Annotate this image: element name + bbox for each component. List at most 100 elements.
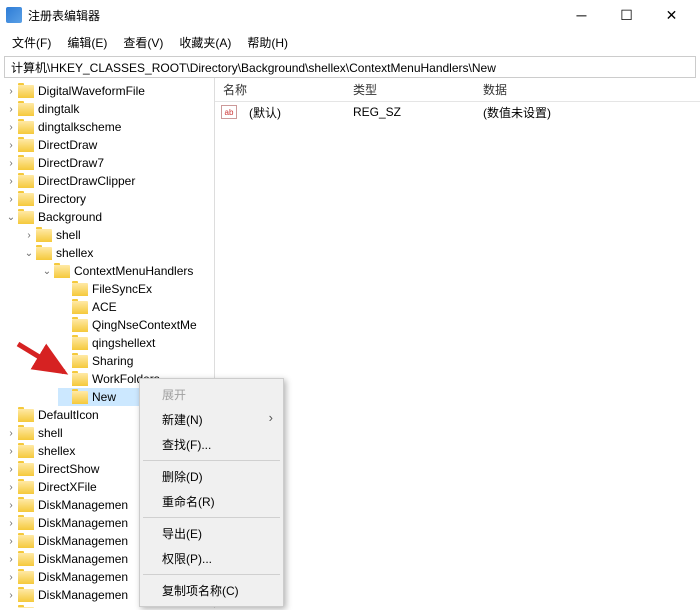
chevron-right-icon[interactable]: ›: [4, 554, 18, 565]
annotation-arrow-icon: [16, 340, 76, 393]
value-row[interactable]: ab (默认) REG_SZ (数值未设置): [215, 102, 700, 122]
chevron-right-icon[interactable]: ›: [4, 482, 18, 493]
chevron-right-icon[interactable]: ›: [4, 104, 18, 115]
chevron-down-icon[interactable]: ⌄: [4, 212, 18, 223]
folder-icon: [18, 85, 34, 98]
cm-find[interactable]: 查找(F)...: [142, 432, 281, 457]
folder-icon: [18, 463, 34, 476]
tree-item-shellex[interactable]: ⌄shellex: [22, 244, 214, 262]
chevron-right-icon[interactable]: ›: [4, 86, 18, 97]
menubar: 文件(F) 编辑(E) 查看(V) 收藏夹(A) 帮助(H): [0, 30, 700, 54]
folder-icon: [18, 193, 34, 206]
tree-item[interactable]: ›dingtalkscheme: [4, 118, 214, 136]
tree-item[interactable]: ·Sharing: [58, 352, 214, 370]
tree-item[interactable]: ·QingNseContextMe: [58, 316, 214, 334]
tree-item[interactable]: ›dingtalk: [4, 100, 214, 118]
folder-icon: [18, 445, 34, 458]
folder-icon: [18, 409, 34, 422]
cm-delete[interactable]: 删除(D): [142, 464, 281, 489]
folder-icon: [18, 535, 34, 548]
folder-icon: [72, 283, 88, 296]
cm-separator: [143, 574, 280, 575]
menu-edit[interactable]: 编辑(E): [61, 32, 113, 53]
chevron-right-icon[interactable]: ›: [4, 464, 18, 475]
cm-separator: [143, 460, 280, 461]
chevron-right-icon[interactable]: ›: [4, 194, 18, 205]
tree-item-cmh[interactable]: ⌄ContextMenuHandlers: [40, 262, 214, 280]
chevron-right-icon[interactable]: ›: [4, 608, 18, 609]
menu-help[interactable]: 帮助(H): [241, 32, 294, 53]
value-type: REG_SZ: [345, 103, 475, 121]
values-header: 名称 类型 数据: [215, 78, 700, 102]
chevron-right-icon[interactable]: ›: [4, 446, 18, 457]
column-data[interactable]: 数据: [475, 77, 700, 102]
folder-icon: [54, 265, 70, 278]
close-button[interactable]: ✕: [649, 1, 694, 29]
column-name[interactable]: 名称: [215, 77, 345, 102]
tree-item[interactable]: ›Directory: [4, 190, 214, 208]
cm-expand: 展开: [142, 382, 281, 407]
folder-icon: [18, 499, 34, 512]
string-value-icon: ab: [221, 105, 237, 119]
tree-item[interactable]: ·ACE: [58, 298, 214, 316]
chevron-right-icon[interactable]: ›: [4, 176, 18, 187]
folder-icon: [18, 481, 34, 494]
context-menu: 展开 新建(N) 查找(F)... 删除(D) 重命名(R) 导出(E) 权限(…: [139, 378, 284, 607]
values-panel[interactable]: 名称 类型 数据 ab (默认) REG_SZ (数值未设置): [215, 78, 700, 608]
folder-icon: [18, 157, 34, 170]
cm-export[interactable]: 导出(E): [142, 521, 281, 546]
folder-icon: [18, 571, 34, 584]
folder-icon: [18, 427, 34, 440]
chevron-down-icon[interactable]: ⌄: [40, 266, 54, 277]
cm-permissions[interactable]: 权限(P)...: [142, 546, 281, 571]
folder-icon: [18, 139, 34, 152]
address-bar[interactable]: 计算机\HKEY_CLASSES_ROOT\Directory\Backgrou…: [4, 56, 696, 78]
maximize-button[interactable]: ☐: [604, 1, 649, 29]
chevron-right-icon[interactable]: ›: [4, 140, 18, 151]
menu-favorites[interactable]: 收藏夹(A): [173, 32, 237, 53]
folder-icon: [18, 121, 34, 134]
tree-item[interactable]: ›DigitalWaveformFile: [4, 82, 214, 100]
folder-icon: [72, 301, 88, 314]
folder-icon: [18, 553, 34, 566]
cm-new[interactable]: 新建(N): [142, 407, 281, 432]
folder-icon: [18, 175, 34, 188]
chevron-right-icon[interactable]: ›: [4, 122, 18, 133]
menu-view[interactable]: 查看(V): [117, 32, 169, 53]
window-title: 注册表编辑器: [28, 7, 559, 24]
cm-copykey[interactable]: 复制项名称(C): [142, 578, 281, 603]
folder-icon: [72, 319, 88, 332]
chevron-down-icon[interactable]: ⌄: [22, 248, 36, 259]
folder-icon: [18, 211, 34, 224]
chevron-right-icon[interactable]: ›: [4, 590, 18, 601]
folder-icon: [18, 589, 34, 602]
folder-icon: [18, 607, 34, 609]
tree-item[interactable]: ›DirectDrawClipper: [4, 172, 214, 190]
column-type[interactable]: 类型: [345, 77, 475, 102]
tree-item[interactable]: ›DirectDraw: [4, 136, 214, 154]
folder-icon: [36, 247, 52, 260]
folder-icon: [18, 517, 34, 530]
value-name: (默认): [241, 102, 345, 123]
regedit-icon: [6, 7, 22, 23]
cm-rename[interactable]: 重命名(R): [142, 489, 281, 514]
chevron-right-icon[interactable]: ›: [4, 158, 18, 169]
cm-separator: [143, 517, 280, 518]
tree-item[interactable]: ·qingshellext: [58, 334, 214, 352]
menu-file[interactable]: 文件(F): [6, 32, 57, 53]
chevron-right-icon[interactable]: ›: [4, 428, 18, 439]
chevron-right-icon[interactable]: ›: [22, 230, 36, 241]
chevron-right-icon[interactable]: ›: [4, 518, 18, 529]
titlebar: 注册表编辑器 ─ ☐ ✕: [0, 0, 700, 30]
chevron-right-icon[interactable]: ›: [4, 572, 18, 583]
chevron-right-icon[interactable]: ›: [4, 536, 18, 547]
folder-icon: [18, 103, 34, 116]
tree-item-shell[interactable]: ›shell: [22, 226, 214, 244]
minimize-button[interactable]: ─: [559, 1, 604, 29]
tree-item-background[interactable]: ⌄Background: [4, 208, 214, 226]
value-data: (数值未设置): [475, 102, 700, 123]
folder-icon: [36, 229, 52, 242]
tree-item[interactable]: ›DirectDraw7: [4, 154, 214, 172]
chevron-right-icon[interactable]: ›: [4, 500, 18, 511]
tree-item[interactable]: ·FileSyncEx: [58, 280, 214, 298]
